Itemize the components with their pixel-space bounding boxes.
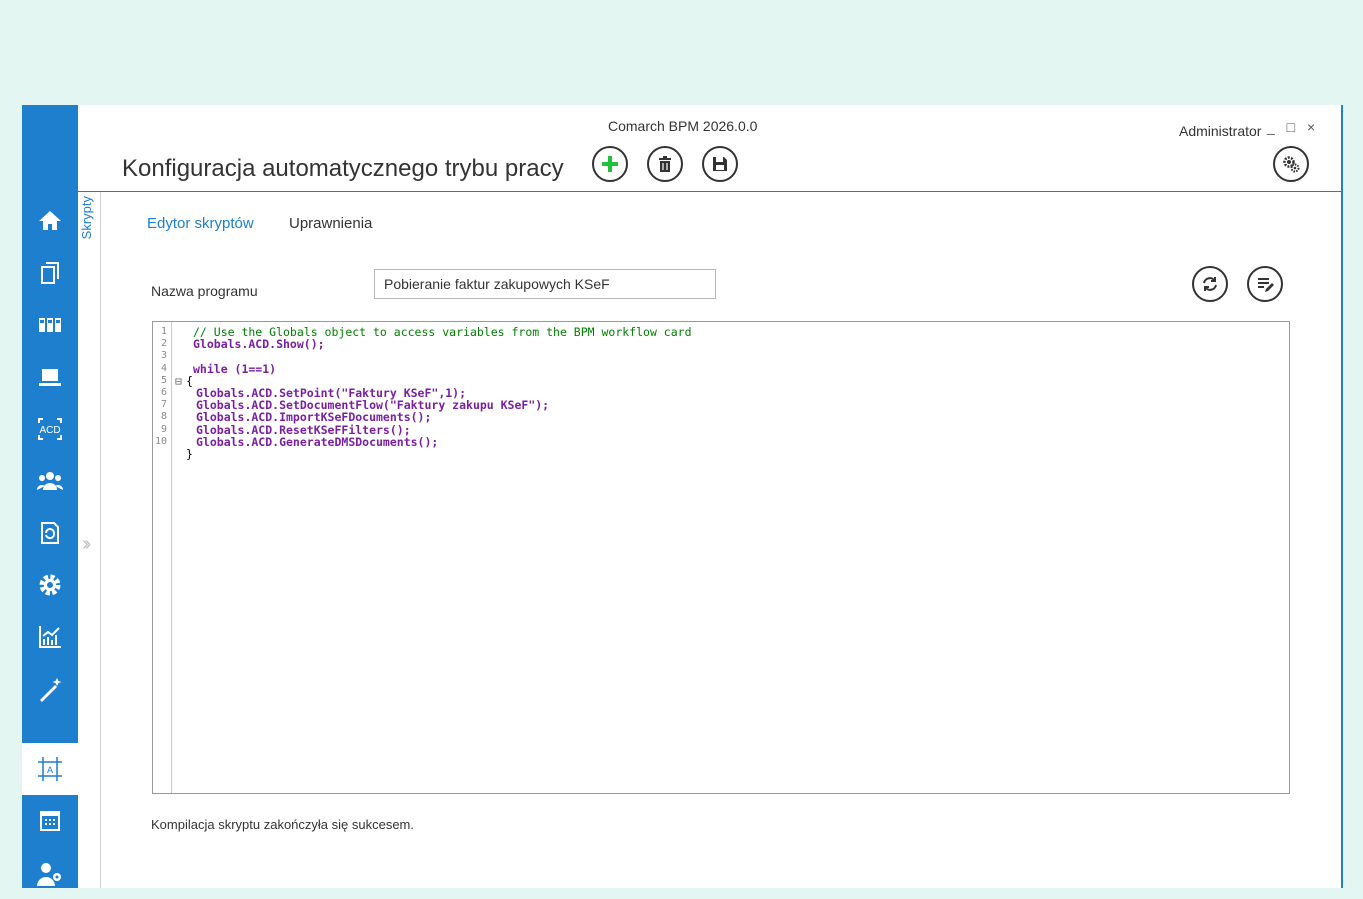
code-content[interactable]: 1// Use the Globals object to access var… [153,326,1289,460]
code-line[interactable]: } [153,448,1289,460]
code-line[interactable]: 9 Globals.ACD.ResetKSeFFilters(); [153,423,1289,435]
acd-label: ACD [39,425,60,436]
gears-icon [1283,156,1300,173]
settings-icon[interactable] [22,559,78,611]
sidebar: ACD A [22,105,78,888]
save-button[interactable] [702,146,738,182]
tab-permissions[interactable]: Uprawnienia [289,215,372,232]
add-button[interactable] [592,146,628,182]
tab-script-editor[interactable]: Edytor skryptów [147,215,254,232]
code-line[interactable]: 3 [153,350,1289,362]
acd-icon[interactable]: ACD [22,403,78,455]
calendar-icon[interactable] [22,795,78,847]
save-icon [713,157,727,171]
delete-icon [659,156,671,172]
analytics-icon[interactable] [22,611,78,663]
program-name-input[interactable] [374,269,716,299]
expand-panel-icon[interactable]: ›› [82,533,92,556]
page-title: Konfiguracja automatycznego trybu pracy [122,155,564,182]
window-controls[interactable]: _ □ × [1267,119,1319,135]
edit-lines-icon [1258,278,1274,292]
program-name-label: Nazwa programu [151,283,258,299]
header-divider [78,191,1341,192]
refresh-document-icon[interactable] [22,507,78,559]
script-code-editor[interactable]: 1// Use the Globals object to access var… [152,321,1290,794]
laptop-icon[interactable] [22,351,78,403]
user-name[interactable]: Administrator [1179,123,1261,139]
compilation-status: Kompilacja skryptu zakończyła się sukces… [151,817,414,832]
wand-icon[interactable] [22,663,78,715]
script-editor-icon[interactable]: A [22,743,78,795]
code-line[interactable]: 8 Globals.ACD.ImportKSeFDocuments(); [153,411,1289,423]
code-line[interactable]: 10 Globals.ACD.GenerateDMSDocuments(); [153,435,1289,447]
refresh-icon [1203,277,1217,291]
scripts-panel-label[interactable]: Skrypty [79,196,94,239]
documents-icon[interactable] [22,247,78,299]
users-icon[interactable] [22,455,78,507]
code-line[interactable]: 4 while (1==1) [153,362,1289,374]
format-script-button[interactable] [1247,266,1283,302]
home-icon[interactable] [22,195,78,247]
app-window: ACD A Skrypty ›› Comarch BPM 2026.0.0 Ad… [22,105,1343,888]
svg-text:A: A [47,765,53,775]
user-settings-icon[interactable] [22,847,78,899]
automation-settings-button[interactable] [1273,146,1309,182]
delete-button[interactable] [647,146,683,182]
refresh-button[interactable] [1192,266,1228,302]
workflow-icon[interactable] [22,299,78,351]
fold-toggle-icon[interactable]: ⊟ [175,375,182,387]
window-title: Comarch BPM 2026.0.0 [608,118,758,134]
code-line[interactable]: 2 Globals.ACD.Show(); [153,338,1289,350]
add-icon [602,156,618,172]
